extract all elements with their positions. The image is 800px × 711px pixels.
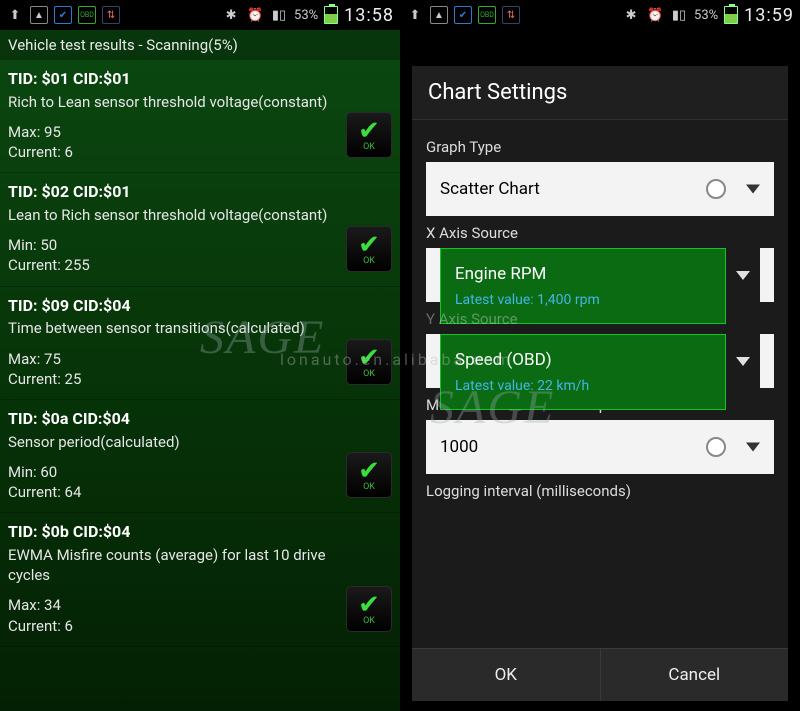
status-bar: ⬆ ▲ ✔ OBD ⇅ ✱ ⏰ ▮▯ 53% 13:59: [400, 0, 800, 30]
test-values: Max: 95Current: 6: [8, 122, 346, 163]
test-description: Lean to Rich sensor threshold voltage(co…: [8, 205, 346, 225]
ok-label: OK: [363, 369, 375, 379]
test-id: TID: $0a CID:$04: [8, 408, 346, 430]
signal-icon: ▮▯: [670, 6, 688, 24]
ok-status-button[interactable]: ✔OK: [346, 586, 392, 632]
check-icon: ✔: [358, 592, 380, 618]
y-axis-subvalue: Latest value: 22 km/h: [455, 378, 589, 394]
test-values: Max: 75Current: 25: [8, 349, 346, 390]
x-axis-subvalue: Latest value: 1,400 rpm: [455, 292, 600, 308]
radio-icon: [706, 179, 726, 199]
chevron-down-icon: [736, 271, 750, 280]
dialog-title: Chart Settings: [412, 66, 788, 120]
image-icon: ▲: [430, 6, 448, 24]
test-result-item: TID: $0a CID:$04Sensor period(calculated…: [0, 400, 400, 513]
page-title: Vehicle test results - Scanning(5%): [0, 30, 400, 60]
obd-icon: OBD: [478, 6, 496, 24]
image-icon: ▲: [30, 6, 48, 24]
check-icon: ✔: [358, 232, 380, 258]
ok-status-button[interactable]: ✔OK: [346, 339, 392, 385]
test-description: EWMA Misfire counts (average) for last 1…: [8, 545, 346, 586]
y-axis-spinner[interactable]: Speed (OBD) Latest value: 22 km/h: [426, 334, 774, 388]
test-description: Rich to Lean sensor threshold voltage(co…: [8, 92, 346, 112]
test-result-item: TID: $09 CID:$04Time between sensor tran…: [0, 287, 400, 400]
battery-icon: [324, 6, 338, 24]
battery-pct: 53%: [294, 8, 318, 23]
chevron-down-icon: [746, 185, 760, 194]
ok-label: OK: [363, 616, 375, 626]
battery-pct: 53%: [694, 8, 718, 23]
max-datapoints-spinner[interactable]: 1000: [426, 420, 774, 474]
test-result-item: TID: $01 CID:$01Rich to Lean sensor thre…: [0, 60, 400, 173]
graph-type-spinner[interactable]: Scatter Chart: [426, 162, 774, 216]
bluetooth-icon: ✱: [622, 6, 640, 24]
clock: 13:59: [744, 5, 794, 26]
obd-icon: OBD: [78, 6, 96, 24]
max-datapoints-value: 1000: [440, 437, 478, 457]
test-result-item: TID: $02 CID:$01Lean to Rich sensor thre…: [0, 173, 400, 286]
y-axis-value: Speed (OBD): [455, 350, 552, 370]
test-id: TID: $01 CID:$01: [8, 68, 346, 90]
cancel-button[interactable]: Cancel: [601, 649, 789, 701]
check-icon: ✔: [358, 118, 380, 144]
alarm-icon: ⏰: [246, 6, 264, 24]
test-result-item: TID: $0b CID:$04EWMA Misfire counts (ave…: [0, 513, 400, 647]
check-icon: ✔: [358, 345, 380, 371]
x-axis-label: X Axis Source: [426, 224, 774, 242]
upload-icon: ⬆: [406, 6, 424, 24]
test-values: Min: 50Current: 255: [8, 235, 346, 276]
test-values: Max: 34Current: 6: [8, 595, 346, 636]
sync-icon: ⇅: [502, 6, 520, 24]
ok-label: OK: [363, 142, 375, 152]
test-id: TID: $0b CID:$04: [8, 521, 346, 543]
x-axis-value: Engine RPM: [455, 264, 546, 284]
test-id: TID: $02 CID:$01: [8, 181, 346, 203]
ok-status-button[interactable]: ✔OK: [346, 452, 392, 498]
battery-icon: [724, 6, 738, 24]
x-axis-spinner[interactable]: Engine RPM Latest value: 1,400 rpm: [426, 248, 774, 302]
graph-type-label: Graph Type: [426, 138, 774, 156]
ok-button[interactable]: OK: [412, 649, 601, 701]
ok-label: OK: [363, 256, 375, 266]
sync-icon: ⇅: [102, 6, 120, 24]
test-description: Time between sensor transitions(calculat…: [8, 318, 346, 338]
bluetooth-icon: ✱: [222, 6, 240, 24]
test-id: TID: $09 CID:$04: [8, 295, 346, 317]
chevron-down-icon: [736, 357, 750, 366]
signal-icon: ▮▯: [270, 6, 288, 24]
graph-type-value: Scatter Chart: [440, 179, 540, 199]
alarm-icon: ⏰: [646, 6, 664, 24]
ok-status-button[interactable]: ✔OK: [346, 226, 392, 272]
shield-icon: ✔: [54, 6, 72, 24]
logging-interval-label: Logging interval (milliseconds): [426, 482, 774, 500]
chart-settings-dialog: Chart Settings Graph Type Scatter Chart …: [412, 66, 788, 701]
chevron-down-icon: [746, 443, 760, 452]
check-icon: ✔: [358, 458, 380, 484]
shield-icon: ✔: [454, 6, 472, 24]
radio-icon: [706, 437, 726, 457]
y-axis-label: Y Axis Source: [426, 310, 774, 328]
test-values: Min: 60Current: 64: [8, 462, 346, 503]
test-description: Sensor period(calculated): [8, 432, 346, 452]
clock: 13:58: [344, 5, 394, 26]
ok-status-button[interactable]: ✔OK: [346, 112, 392, 158]
ok-label: OK: [363, 482, 375, 492]
status-bar: ⬆ ▲ ✔ OBD ⇅ ✱ ⏰ ▮▯ 53% 13:58: [0, 0, 400, 30]
upload-icon: ⬆: [6, 6, 24, 24]
